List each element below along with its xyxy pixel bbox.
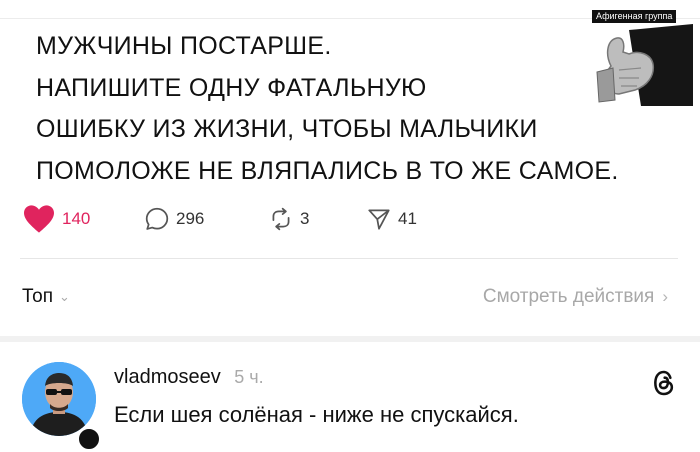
like-button[interactable]: 140 — [22, 204, 90, 234]
view-activity-label: Смотреть действия — [482, 286, 655, 307]
follow-plus-badge[interactable] — [76, 426, 102, 452]
comment-time: 5 ч. — [234, 367, 264, 387]
username[interactable]: vladmoseev — [114, 366, 221, 388]
chevron-right-icon: › — [662, 287, 668, 306]
share-count: 41 — [398, 209, 417, 228]
threads-logo-icon — [654, 370, 674, 396]
sort-selector[interactable]: Топ ⌄ — [22, 286, 70, 308]
post-line: ОШИБКУ ИЗ ЖИЗНИ, ЧТОБЫ МАЛЬЧИКИ — [36, 115, 538, 143]
watermark: Афигенная группа — [589, 6, 693, 106]
like-count: 140 — [62, 209, 91, 228]
comment-icon — [145, 207, 169, 230]
watermark-label: Афигенная группа — [592, 10, 677, 23]
comment-item: vladmoseev 5 ч. Если шея солёная - ниже … — [0, 342, 700, 452]
divider — [20, 258, 678, 259]
send-icon — [368, 209, 390, 230]
share-button[interactable]: 41 — [366, 204, 417, 234]
post-line: НАПИШИТЕ ОДНУ ФАТАЛЬНУЮ — [36, 73, 427, 102]
heart-icon — [24, 205, 54, 233]
avatar[interactable] — [22, 362, 96, 436]
comment-button[interactable]: 296 — [144, 204, 204, 234]
chevron-down-icon: ⌄ — [58, 289, 70, 304]
sort-label: Топ — [22, 286, 53, 307]
repost-count: 3 — [300, 209, 310, 228]
comment-count: 296 — [176, 209, 205, 228]
post-line: ПОМОЛОЖЕ НЕ ВЛЯПАЛИСЬ В ТО ЖЕ САМОЕ. — [36, 156, 619, 185]
post-text: МУЖЧИНЫ ПОСТАРШЕ. НАПИШИТЕ ОДНУ ФАТАЛЬНУ… — [36, 26, 619, 192]
thumbs-up-icon — [596, 24, 693, 106]
comment-text: Если шея солёная - ниже не спускайся. — [114, 402, 519, 427]
avatar-image — [22, 362, 96, 436]
view-activity-link[interactable]: Смотреть действия › — [483, 286, 668, 308]
comment-author[interactable]: vladmoseev 5 ч. — [114, 366, 264, 389]
post-line: МУЖЧИНЫ ПОСТАРШЕ. — [36, 32, 332, 60]
repost-button[interactable]: 3 — [268, 204, 309, 234]
repost-icon — [272, 207, 290, 231]
